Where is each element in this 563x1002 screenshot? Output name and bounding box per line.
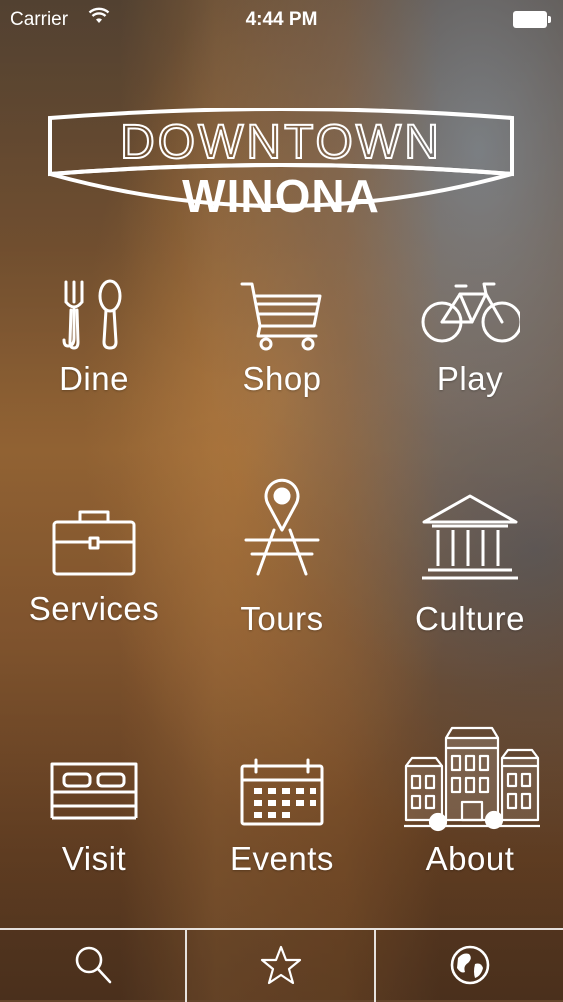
menu-label-events: Events [230, 840, 334, 877]
menu-label-play: Play [436, 360, 504, 397]
tab-globe[interactable] [377, 930, 563, 1002]
menu-item-events[interactable]: Events [188, 758, 376, 918]
menu-item-culture[interactable]: Culture [376, 492, 563, 652]
shopping-cart-icon [232, 278, 332, 364]
calendar-icon [232, 758, 332, 844]
menu-label-visit: Visit [61, 840, 127, 877]
tab-bar [0, 928, 563, 1002]
tab-divider [185, 930, 187, 1002]
search-icon[interactable] [72, 944, 114, 986]
menu-label-tours: Tours [240, 600, 324, 637]
status-bar: Carrier 4:44 PM [0, 0, 563, 40]
bed-icon [44, 758, 144, 844]
museum-icon [420, 492, 520, 584]
menu-item-tours[interactable]: Tours [188, 478, 376, 638]
storefronts-icon [402, 722, 542, 844]
menu-item-about[interactable]: About [376, 722, 563, 882]
tab-favorites[interactable] [188, 930, 374, 1002]
menu-item-dine[interactable]: Dine [0, 278, 188, 438]
tab-divider [374, 930, 376, 1002]
bicycle-icon [420, 278, 523, 364]
menu-label-shop: Shop [242, 360, 322, 397]
map-pin-icon [232, 478, 332, 588]
battery-icon [513, 11, 551, 28]
globe-icon[interactable] [449, 944, 491, 986]
menu-label-culture: Culture [415, 600, 525, 637]
menu-label-services: Services [28, 590, 160, 627]
logo-line2: WINONA [182, 170, 380, 222]
tab-search[interactable] [0, 930, 186, 1002]
fork-spoon-icon [44, 278, 144, 364]
menu-item-play[interactable]: Play [376, 278, 563, 438]
logo-line1: DOWNTOWN [120, 116, 442, 169]
menu-item-visit[interactable]: Visit [0, 758, 188, 918]
status-time: 4:44 PM [245, 9, 318, 30]
menu-item-services[interactable]: Services [0, 508, 188, 668]
menu-label-dine: Dine [59, 360, 129, 397]
star-icon[interactable] [260, 944, 302, 986]
menu-label-about: About [425, 840, 515, 877]
downtown-winona-logo: DOWNTOWN WINONA [46, 108, 516, 228]
menu-item-shop[interactable]: Shop [188, 278, 376, 438]
briefcase-icon [44, 508, 144, 594]
